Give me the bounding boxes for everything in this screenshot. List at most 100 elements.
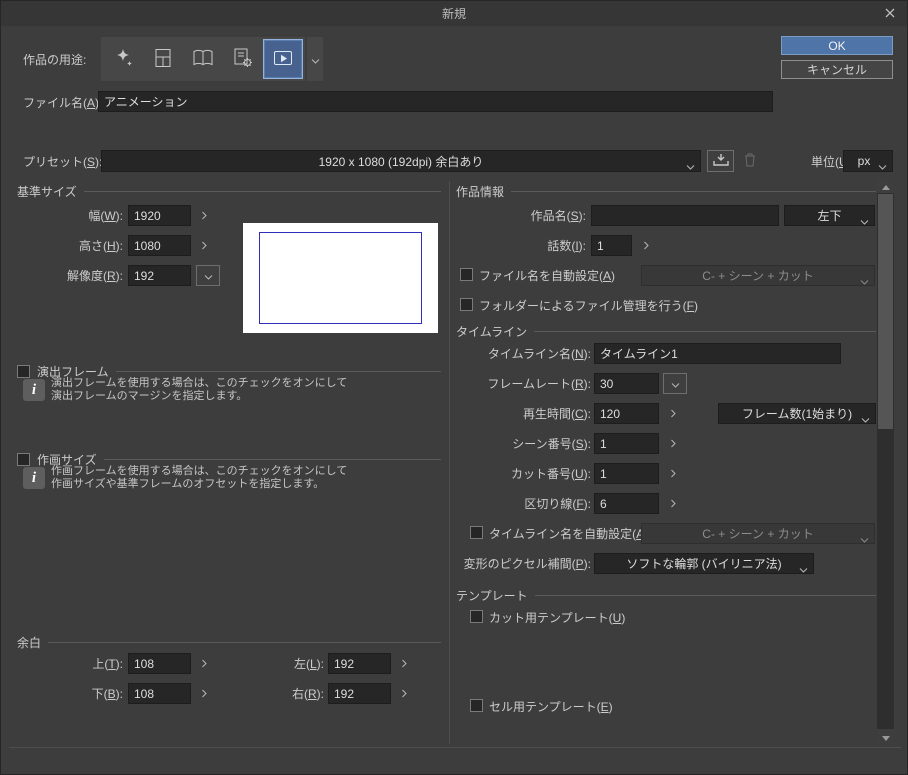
chevron-down-icon bbox=[686, 159, 695, 173]
work-info-title: 作品情報 bbox=[456, 185, 505, 199]
info-icon bbox=[23, 467, 45, 489]
scene-number-input[interactable] bbox=[594, 433, 659, 454]
margin-left-input[interactable] bbox=[328, 653, 391, 674]
margin-right-stepper[interactable] bbox=[394, 683, 414, 704]
margin-top-input[interactable] bbox=[128, 653, 191, 674]
chevron-right-icon bbox=[670, 496, 676, 511]
usage-button-comic-settings[interactable] bbox=[223, 39, 263, 79]
playback-unit-select[interactable]: フレーム数(1始まり) bbox=[718, 403, 876, 424]
dialog-title: 新規 bbox=[441, 7, 466, 21]
height-label: 高さ(H): bbox=[78, 239, 123, 253]
pixel-interpolation-value: ソフトな輪郭 (バイリニア法) bbox=[626, 557, 782, 571]
timeline-name-input[interactable] bbox=[594, 343, 841, 364]
work-name-input[interactable] bbox=[591, 205, 779, 226]
cut-number-label: カット番号(U): bbox=[510, 467, 591, 481]
margin-bottom-stepper[interactable] bbox=[194, 683, 214, 704]
cell-template-label: セル用テンプレート(E) bbox=[489, 700, 613, 714]
scene-number-label: シーン番号(S): bbox=[512, 437, 591, 451]
margin-top-stepper[interactable] bbox=[194, 653, 214, 674]
cut-number-input[interactable] bbox=[594, 463, 659, 484]
chevron-right-icon bbox=[401, 656, 407, 671]
work-info-header: 作品情報 bbox=[456, 183, 876, 200]
scene-number-stepper[interactable] bbox=[663, 433, 683, 454]
resolution-label: 解像度(R): bbox=[66, 269, 123, 283]
scroll-thumb[interactable] bbox=[878, 194, 893, 429]
margin-right-input[interactable] bbox=[328, 683, 391, 704]
cancel-button[interactable]: キャンセル bbox=[781, 60, 893, 79]
usage-button-illustration[interactable] bbox=[103, 39, 143, 79]
cut-template-checkbox[interactable] bbox=[470, 610, 483, 623]
separator-line-stepper[interactable] bbox=[663, 493, 683, 514]
episodes-stepper[interactable] bbox=[636, 235, 656, 256]
pixel-interpolation-select[interactable]: ソフトな輪郭 (バイリニア法) bbox=[594, 553, 814, 574]
playback-time-input[interactable] bbox=[594, 403, 659, 424]
frame-rate-input[interactable] bbox=[594, 373, 659, 394]
close-icon bbox=[885, 6, 895, 21]
scroll-up-button[interactable] bbox=[877, 178, 894, 193]
ok-button[interactable]: OK bbox=[781, 36, 893, 55]
usage-button-book-binding[interactable] bbox=[183, 39, 223, 79]
resolution-input[interactable] bbox=[128, 265, 191, 286]
base-size-title: 基準サイズ bbox=[17, 185, 77, 199]
preset-select[interactable]: 1920 x 1080 (192dpi) 余白あり bbox=[101, 150, 701, 172]
titlebar[interactable]: 新規 bbox=[1, 1, 907, 26]
episodes-label: 話数(I): bbox=[547, 239, 586, 253]
chevron-down-icon bbox=[204, 268, 213, 283]
save-preset-button[interactable] bbox=[707, 150, 734, 172]
auto-timeline-pattern-select[interactable]: C- + シーン + カット bbox=[641, 523, 875, 544]
preset-label: プリセット(S): bbox=[23, 155, 103, 169]
filename-input[interactable] bbox=[98, 91, 773, 112]
bottom-divider bbox=[9, 747, 901, 748]
separator-line-label: 区切り線(F): bbox=[524, 497, 591, 511]
width-input[interactable] bbox=[128, 205, 191, 226]
playback-unit-value: フレーム数(1始まり) bbox=[741, 407, 853, 421]
cut-number-stepper[interactable] bbox=[663, 463, 683, 484]
folder-management-checkbox[interactable] bbox=[460, 298, 473, 311]
margin-bottom-input[interactable] bbox=[128, 683, 191, 704]
drawing-size-checkbox[interactable] bbox=[17, 453, 30, 466]
episodes-input[interactable] bbox=[591, 235, 632, 256]
usage-expand-button[interactable] bbox=[307, 37, 323, 81]
scroll-down-button[interactable] bbox=[877, 729, 894, 744]
height-input[interactable] bbox=[128, 235, 191, 256]
comic-page-icon bbox=[151, 46, 175, 73]
width-stepper[interactable] bbox=[194, 205, 214, 226]
auto-filename-checkbox[interactable] bbox=[460, 268, 473, 281]
folder-management-label: フォルダーによるファイル管理を行う(F) bbox=[479, 299, 698, 313]
playback-time-stepper[interactable] bbox=[663, 403, 683, 424]
close-button[interactable] bbox=[879, 4, 901, 23]
chevron-down-icon bbox=[861, 412, 870, 426]
chevron-right-icon bbox=[670, 406, 676, 421]
usage-button-animation[interactable] bbox=[263, 39, 303, 79]
open-book-icon bbox=[191, 46, 215, 73]
margin-left-stepper[interactable] bbox=[394, 653, 414, 674]
chevron-down-icon bbox=[860, 532, 869, 546]
chevron-right-icon bbox=[201, 238, 207, 253]
stage-frame-checkbox[interactable] bbox=[17, 365, 30, 378]
separator-line-input[interactable] bbox=[594, 493, 659, 514]
playback-time-label: 再生時間(C): bbox=[522, 407, 591, 421]
height-stepper[interactable] bbox=[194, 235, 214, 256]
unit-select[interactable]: px bbox=[843, 150, 893, 172]
usage-label: 作品の用途: bbox=[23, 53, 87, 67]
stage-frame-desc-line1: 演出フレームを使用する場合は、このチェックをオンにして bbox=[51, 377, 348, 389]
usage-button-comic[interactable] bbox=[143, 39, 183, 79]
triangle-down-icon bbox=[881, 729, 890, 744]
chevron-down-icon bbox=[671, 376, 680, 391]
timeline-title: タイムライン bbox=[456, 325, 528, 339]
frame-rate-dropdown-button[interactable] bbox=[663, 373, 687, 394]
template-title: テンプレート bbox=[456, 589, 528, 603]
triangle-up-icon bbox=[881, 178, 890, 193]
chevron-down-icon bbox=[860, 214, 869, 228]
chevron-right-icon bbox=[670, 466, 676, 481]
scrollbar[interactable] bbox=[877, 178, 894, 744]
resolution-dropdown-button[interactable] bbox=[196, 265, 220, 286]
auto-filename-pattern-select[interactable]: C- + シーン + カット bbox=[641, 265, 875, 286]
chevron-down-icon bbox=[799, 562, 808, 576]
corner-position-select[interactable]: 左下 bbox=[784, 205, 875, 226]
usage-strip bbox=[101, 37, 305, 81]
auto-timeline-name-checkbox[interactable] bbox=[470, 526, 483, 539]
delete-preset-button[interactable] bbox=[739, 151, 761, 171]
chevron-right-icon bbox=[401, 686, 407, 701]
cell-template-checkbox[interactable] bbox=[470, 699, 483, 712]
